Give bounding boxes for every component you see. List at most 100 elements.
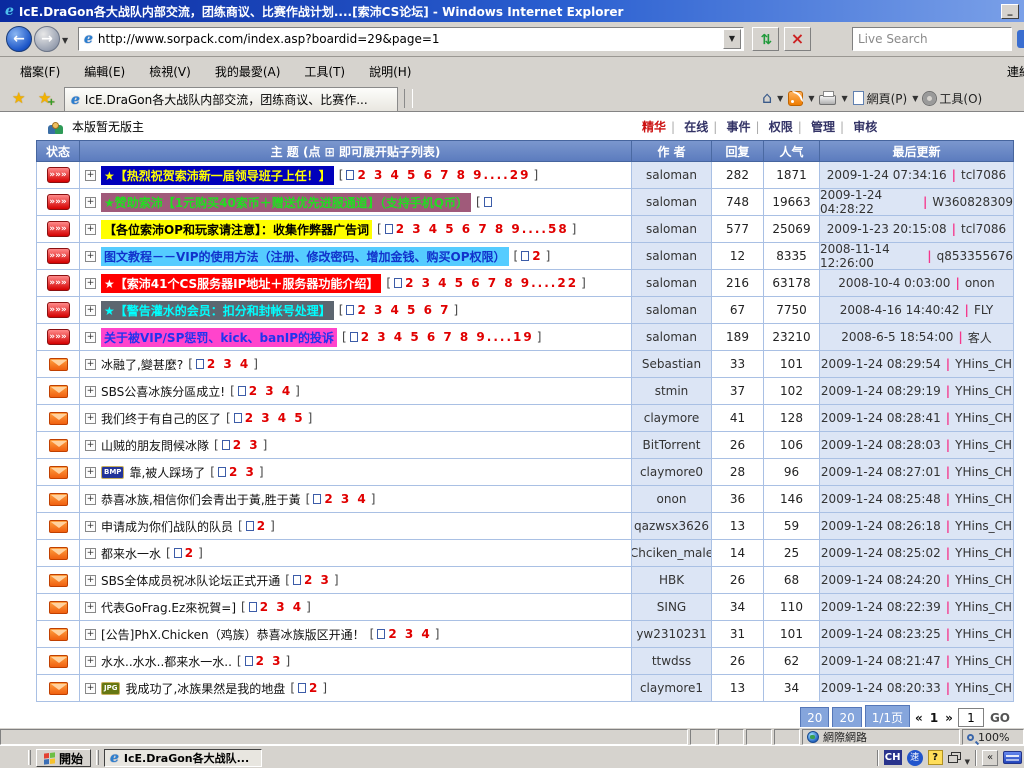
address-dropdown-button[interactable]: ▼ <box>723 29 741 49</box>
topic-title-link[interactable]: SBS公喜冰族分區成立! <box>101 383 225 400</box>
topic-title-link[interactable]: 恭喜冰族,相信你们会青出于黃,胜于黃 <box>101 491 301 508</box>
author-link[interactable]: qazwsx3626 <box>634 519 709 533</box>
page-numbers[interactable]: 2 <box>309 681 319 695</box>
expand-toggle-icon[interactable]: + <box>85 602 96 613</box>
topic-title-link[interactable]: SBS全体成员祝冰队论坛正式开通 <box>101 572 280 589</box>
menu-file[interactable]: 檔案(F) <box>8 59 72 84</box>
print-dropdown-icon[interactable]: ▼ <box>841 94 847 103</box>
page-numbers[interactable]: 2 <box>185 546 195 560</box>
expand-toggle-icon[interactable]: + <box>85 440 96 451</box>
link-permissions[interactable]: 权限 <box>769 120 793 134</box>
expand-toggle-icon[interactable]: + <box>85 359 96 370</box>
author-link[interactable]: saloman <box>646 330 697 344</box>
page-menu-icon[interactable] <box>853 91 864 105</box>
topic-page-links[interactable]: [2 3 4] <box>188 357 258 371</box>
page-numbers[interactable]: 2 3 4 <box>207 357 250 371</box>
tools-gear-icon[interactable] <box>923 92 936 105</box>
topic-title-link[interactable]: 关于被VIP/SP惩罚、kick、banIP的投诉 <box>101 328 337 347</box>
topic-title-link[interactable]: 山贼的朋友問候冰隊 <box>101 437 209 454</box>
expand-toggle-icon[interactable]: + <box>85 683 96 694</box>
expand-toggle-icon[interactable]: + <box>85 413 96 424</box>
last-poster-link[interactable]: YHins_CH <box>955 573 1012 587</box>
page-numbers[interactable]: 2 3 4 5 6 7 8 9....29 <box>357 168 530 182</box>
topic-page-links[interactable]: [ <box>476 195 492 209</box>
expand-toggle-icon[interactable]: + <box>85 629 96 640</box>
page-numbers[interactable]: 2 3 4 5 <box>245 411 305 425</box>
expand-toggle-icon[interactable]: + <box>85 467 96 478</box>
search-button[interactable] <box>1017 30 1024 48</box>
topic-page-links[interactable]: [2 3 4] <box>370 627 440 641</box>
topic-title-link[interactable]: 我成功了,冰族果然是我的地盘 <box>125 680 285 697</box>
rss-icon[interactable] <box>788 91 803 106</box>
ime-mode-icon[interactable]: 速 <box>907 750 923 766</box>
ime-toolbar-icon[interactable] <box>948 752 960 763</box>
topic-title-link[interactable]: ★【警告灌水的会员：扣分和封帐号处理】 <box>101 301 334 320</box>
current-page-number[interactable]: 1 <box>930 711 938 725</box>
expand-toggle-icon[interactable]: + <box>85 521 96 532</box>
author-link[interactable]: HBK <box>659 573 684 587</box>
topic-page-links[interactable]: [2 3 4] <box>306 492 376 506</box>
author-link[interactable]: claymore <box>644 411 699 425</box>
expand-toggle-icon[interactable]: + <box>85 305 96 316</box>
topic-title-link[interactable]: 都来水一水 <box>101 545 161 562</box>
first-page-button[interactable]: « <box>915 711 923 725</box>
expand-toggle-icon[interactable]: + <box>85 575 96 586</box>
link-digest[interactable]: 精华 <box>642 120 666 134</box>
search-input[interactable]: Live Search <box>852 27 1012 51</box>
menu-favorites[interactable]: 我的最愛(A) <box>203 59 293 84</box>
topic-page-links[interactable]: [2 3 4 5 6 7 8 9....58] <box>377 222 576 236</box>
links-label[interactable]: 連結 <box>1007 63 1024 80</box>
author-link[interactable]: saloman <box>646 276 697 290</box>
topic-page-links[interactable]: [2 3] <box>214 438 267 452</box>
goto-page-button[interactable]: GO <box>990 711 1010 725</box>
author-link[interactable]: stmin <box>655 384 689 398</box>
author-link[interactable]: ttwdss <box>652 654 691 668</box>
page-dropdown-icon[interactable]: ▼ <box>912 94 918 103</box>
author-link[interactable]: BitTorrent <box>643 438 701 452</box>
topic-page-links[interactable]: [2] <box>238 519 275 533</box>
menu-view[interactable]: 檢視(V) <box>137 59 203 84</box>
page-numbers[interactable]: 2 3 <box>229 465 256 479</box>
topic-page-links[interactable]: [2 3 4 5 6 7 8 9....29] <box>339 168 538 182</box>
topic-title-link[interactable]: 水水..水水..都来水一水.. <box>101 653 232 670</box>
topic-page-links[interactable]: [2 3 4 5 6 7 8 9....22] <box>386 276 585 290</box>
topic-title-link[interactable]: 我们终于有自己的区了 <box>101 410 221 427</box>
keyboard-layout-icon[interactable] <box>1003 751 1022 764</box>
last-poster-link[interactable]: 客人 <box>968 329 992 346</box>
last-poster-link[interactable]: onon <box>965 276 995 290</box>
add-favorite-icon[interactable]: ★+ <box>38 89 51 107</box>
address-bar[interactable]: e http://www.sorpack.com/index.asp?board… <box>78 27 744 51</box>
expand-toggle-icon[interactable]: + <box>85 332 96 343</box>
last-page-button[interactable]: » <box>945 711 953 725</box>
tab-title[interactable]: IcE.DraGon各大战队内部交流，团练商议、比赛作... <box>85 91 391 108</box>
rss-dropdown-icon[interactable]: ▼ <box>808 94 814 103</box>
topic-page-links[interactable]: [2 3] <box>210 465 263 479</box>
expand-toggle-icon[interactable]: + <box>85 197 96 208</box>
expand-toggle-icon[interactable]: + <box>85 656 96 667</box>
print-icon[interactable] <box>819 95 836 105</box>
ime-options-caret[interactable]: ▼ <box>965 758 970 766</box>
author-link[interactable]: claymore0 <box>640 465 703 479</box>
task-button-ie[interactable]: e IcE.DraGon各大战队... <box>104 749 262 767</box>
link-audit[interactable]: 审核 <box>853 120 877 134</box>
author-link[interactable]: onon <box>657 492 687 506</box>
last-poster-link[interactable]: YHins_CH <box>955 519 1012 533</box>
last-poster-link[interactable]: YHins_CH <box>955 681 1012 695</box>
menu-edit[interactable]: 編輯(E) <box>72 59 137 84</box>
author-link[interactable]: saloman <box>646 168 697 182</box>
last-poster-link[interactable]: YHins_CH <box>955 492 1012 506</box>
page-numbers[interactable]: 2 3 4 5 6 7 8 9....19 <box>361 330 534 344</box>
topic-title-link[interactable]: 代表GoFrag.Ez來祝賀=] <box>101 599 236 616</box>
topic-title-link[interactable]: ★赞助索沛【1元购买40索币＋赠送优先进服通道】（支持手机Q币） <box>101 193 471 212</box>
last-poster-link[interactable]: YHins_CH <box>955 600 1012 614</box>
minimize-button[interactable]: _ <box>1001 4 1019 19</box>
page-numbers[interactable]: 2 3 4 <box>324 492 367 506</box>
browser-tab[interactable]: e IcE.DraGon各大战队内部交流，团练商议、比赛作... <box>64 87 398 112</box>
page-numbers[interactable]: 2 3 4 <box>388 627 431 641</box>
last-poster-link[interactable]: YHins_CH <box>955 654 1012 668</box>
expand-toggle-icon[interactable]: + <box>85 251 96 262</box>
favorites-star-icon[interactable]: ★ <box>12 89 25 107</box>
expand-toggle-icon[interactable]: + <box>85 386 96 397</box>
page-numbers[interactable]: 2 3 <box>304 573 331 587</box>
history-dropdown-icon[interactable]: ▼ <box>62 36 68 45</box>
